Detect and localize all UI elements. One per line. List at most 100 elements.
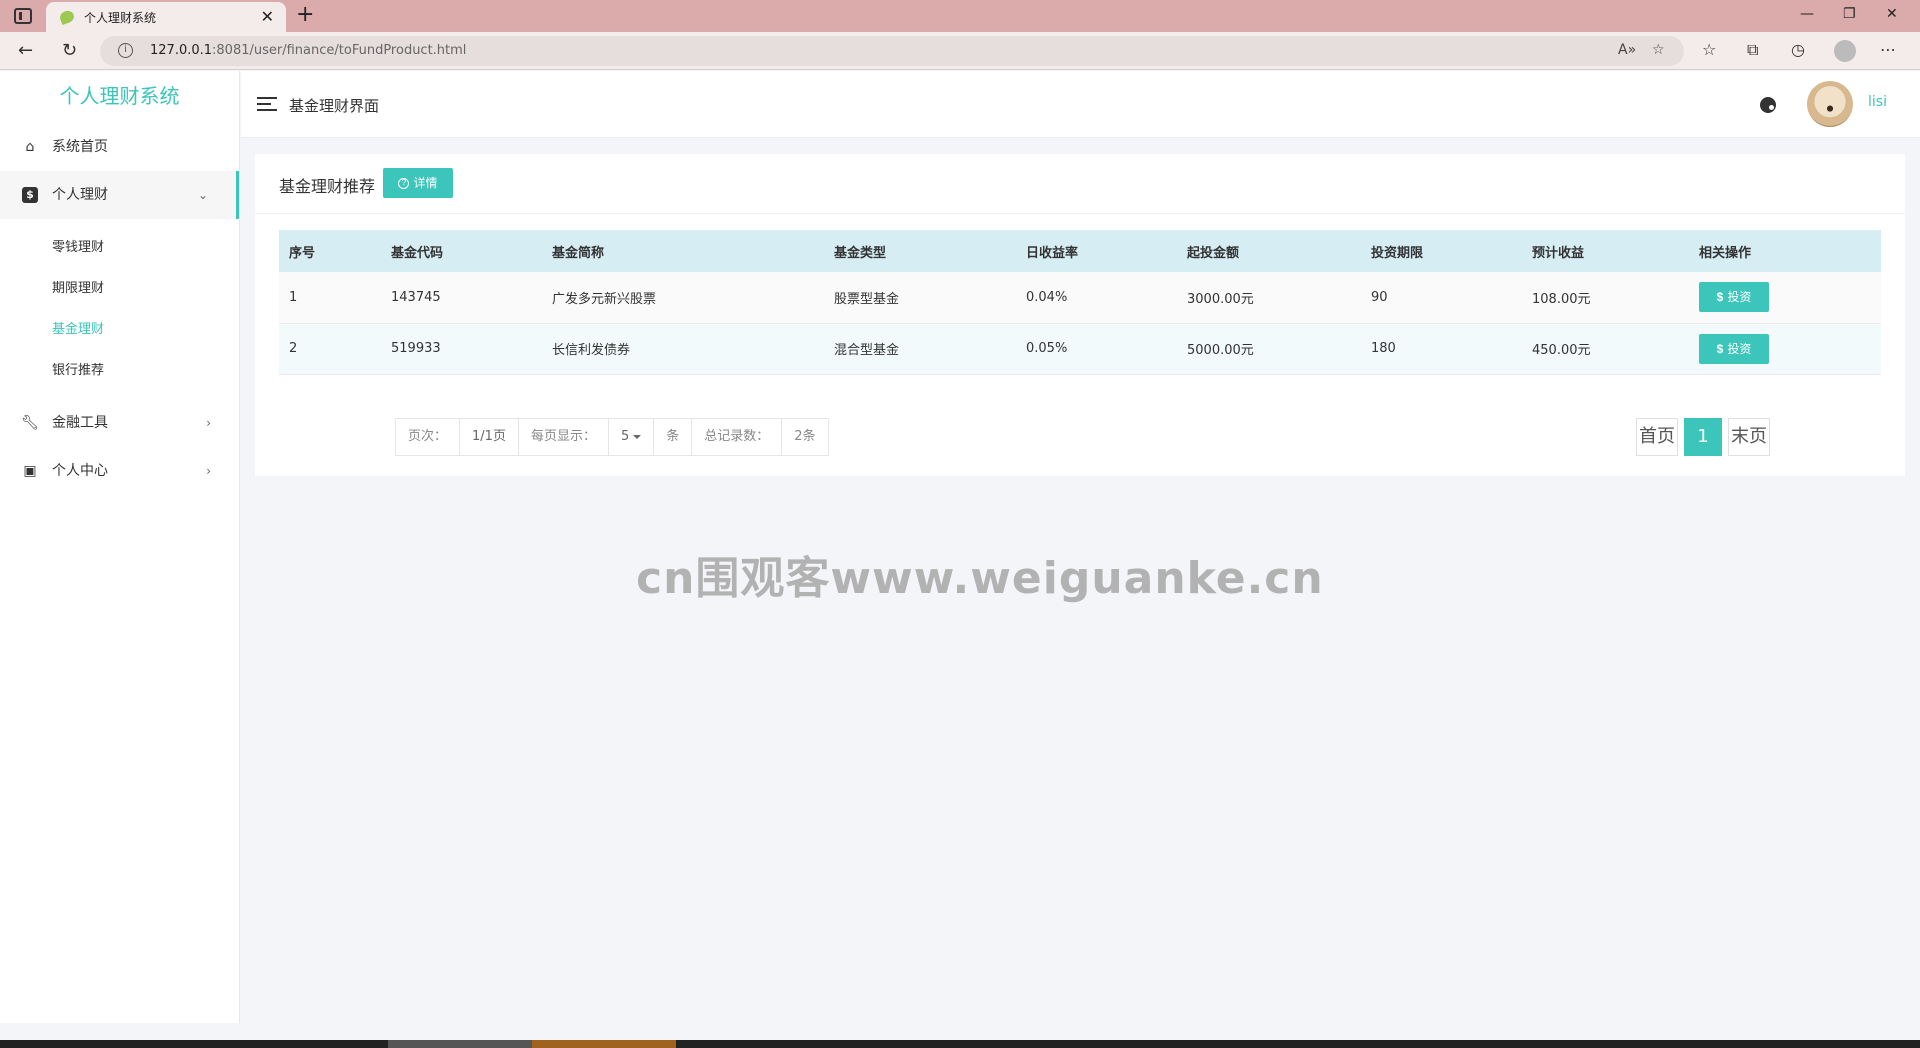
sidebar-item-personal-finance[interactable]: $ 个人理财 ⌄ <box>0 171 239 219</box>
per-page-unit: 条 <box>654 419 693 455</box>
sidebar-subitem-term-finance[interactable]: 期限理财 <box>0 268 239 309</box>
read-aloud-icon[interactable]: A» <box>1618 42 1636 58</box>
cell-index: 1 <box>279 272 381 324</box>
column-header: 基金类型 <box>824 230 1016 272</box>
sidebar-item-personal-center[interactable]: ▣ 个人中心 › <box>0 447 239 495</box>
close-tab-icon[interactable]: ✕ <box>261 7 274 26</box>
column-header: 序号 <box>279 230 381 272</box>
contact-card-icon: ▣ <box>23 463 37 479</box>
leaf-favicon-icon <box>58 8 76 26</box>
wrench-icon: 🔧︎ <box>21 415 39 431</box>
cell-fund-name: 长信利发债券 <box>542 323 824 375</box>
card-header: 基金理财推荐 ? 详情 <box>255 154 1905 214</box>
new-tab-icon[interactable]: + <box>296 2 314 27</box>
browser-tab[interactable]: 个人理财系统 ✕ <box>46 2 286 32</box>
watermark: cn围观客www.weiguanke.cn <box>636 553 1324 604</box>
cell-term: 90 <box>1361 272 1522 324</box>
invest-button[interactable]: $ 投资 <box>1699 282 1769 313</box>
cell-fund-type: 股票型基金 <box>824 272 1016 324</box>
palette-icon[interactable] <box>1760 97 1776 113</box>
page-value: 1/1页 <box>460 419 519 455</box>
cell-min-amount: 3000.00元 <box>1177 272 1361 324</box>
current-page-button[interactable]: 1 <box>1684 418 1722 456</box>
site-info-icon[interactable]: i <box>118 43 133 58</box>
cell-expected-return: 450.00元 <box>1522 323 1689 375</box>
top-header: 基金理财界面 lisi <box>241 71 1920 138</box>
cell-daily-yield: 0.04% <box>1016 272 1177 324</box>
sidebar-item-label: 系统首页 <box>52 139 108 155</box>
taskbar-item[interactable] <box>388 1040 532 1048</box>
column-header: 基金简称 <box>542 230 824 272</box>
caret-down-icon <box>633 434 642 439</box>
cell-expected-return: 108.00元 <box>1522 272 1689 324</box>
invest-button[interactable]: $ 投资 <box>1699 333 1769 364</box>
card-title: 基金理财推荐 <box>279 177 376 196</box>
last-page-button[interactable]: 末页 <box>1728 418 1770 456</box>
refresh-icon[interactable]: ↻ <box>62 40 77 61</box>
sidebar-subitem-fund-finance[interactable]: 基金理财 <box>0 309 239 350</box>
cell-daily-yield: 0.05% <box>1016 323 1177 375</box>
avatar[interactable] <box>1807 81 1853 127</box>
taskbar-item[interactable] <box>532 1040 676 1048</box>
minimize-icon[interactable]: — <box>1800 6 1814 22</box>
history-icon[interactable]: ◷ <box>1791 40 1805 59</box>
page-label: 页次： <box>396 419 461 455</box>
os-taskbar <box>0 1040 1920 1048</box>
add-favorite-icon[interactable]: ☆ <box>1652 42 1665 58</box>
collections-icon[interactable]: ⧉ <box>1747 40 1758 60</box>
sidebar-item-finance-tools[interactable]: 🔧︎ 金融工具 › <box>0 399 239 447</box>
app-logo[interactable]: 个人理财系统 <box>0 71 239 123</box>
chevron-right-icon: › <box>206 416 211 430</box>
table-header-row: 序号 基金代码 基金简称 基金类型 日收益率 起投金额 投资期限 预计收益 相关… <box>279 230 1881 272</box>
sidebar-item-label: 金融工具 <box>52 415 108 431</box>
sidebar-submenu: 零钱理财 期限理财 基金理财 银行推荐 <box>0 219 239 399</box>
chevron-right-icon: › <box>206 464 211 478</box>
pagination-nav: 首页 1 末页 <box>1636 418 1770 456</box>
close-window-icon[interactable]: ✕ <box>1886 6 1898 22</box>
browser-profile-icon[interactable] <box>1834 40 1856 62</box>
column-header: 日收益率 <box>1016 230 1177 272</box>
sidebar: 个人理财系统 ⌂ 系统首页 $ 个人理财 ⌄ 零钱理财 期限理财 基金理财 银行… <box>0 71 240 1023</box>
browser-address-bar: ← ↻ i 127.0.0.1:8081/user/finance/toFund… <box>0 32 1920 70</box>
column-header: 投资期限 <box>1361 230 1522 272</box>
restore-icon[interactable]: ❐ <box>1843 6 1856 22</box>
first-page-button[interactable]: 首页 <box>1636 418 1678 456</box>
column-header: 起投金额 <box>1177 230 1361 272</box>
cell-fund-code: 143745 <box>381 272 542 324</box>
cell-actions: $ 投资 <box>1689 272 1881 324</box>
favorites-icon[interactable]: ☆ <box>1702 40 1716 59</box>
username-link[interactable]: lisi <box>1868 94 1887 110</box>
menu-toggle-icon[interactable] <box>257 97 277 111</box>
fund-table: 序号 基金代码 基金简称 基金类型 日收益率 起投金额 投资期限 预计收益 相关… <box>279 230 1881 375</box>
more-menu-icon[interactable]: ⋯ <box>1880 40 1896 59</box>
browser-tab-bar: 个人理财系统 ✕ + — ❐ ✕ <box>0 0 1920 32</box>
cell-index: 2 <box>279 323 381 375</box>
back-icon[interactable]: ← <box>18 40 33 61</box>
table-row: 1 143745 广发多元新兴股票 股票型基金 0.04% 3000.00元 9… <box>279 272 1881 324</box>
sidebar-item-label: 个人理财 <box>52 187 108 203</box>
page-title: 基金理财界面 <box>289 97 380 115</box>
browser-tab-title: 个人理财系统 <box>84 11 157 25</box>
app-root: 个人理财系统 ⌂ 系统首页 $ 个人理财 ⌄ 零钱理财 期限理财 基金理财 银行… <box>0 71 1920 1040</box>
column-header: 相关操作 <box>1689 230 1881 272</box>
url-field[interactable]: i 127.0.0.1:8081/user/finance/toFundProd… <box>100 36 1684 66</box>
cell-fund-name: 广发多元新兴股票 <box>542 272 824 324</box>
dollar-icon: $ <box>1716 341 1724 356</box>
detail-button[interactable]: ? 详情 <box>383 168 453 198</box>
sidebar-item-home[interactable]: ⌂ 系统首页 <box>0 123 239 171</box>
per-page-label: 每页显示： <box>519 419 609 455</box>
cell-term: 180 <box>1361 323 1522 375</box>
dollar-icon: $ <box>21 171 39 219</box>
sidebar-subitem-change-finance[interactable]: 零钱理财 <box>0 227 239 268</box>
url-text: 127.0.0.1:8081/user/finance/toFundProduc… <box>150 43 467 58</box>
cell-actions: $ 投资 <box>1689 323 1881 375</box>
home-icon: ⌂ <box>25 139 35 155</box>
table-row: 2 519933 长信利发债券 混合型基金 0.05% 5000.00元 180… <box>279 323 1881 375</box>
per-page-select[interactable]: 5 <box>609 419 655 455</box>
cell-fund-code: 519933 <box>381 323 542 375</box>
pagination-info: 页次： 1/1页 每页显示： 5 条 总记录数： 2条 <box>395 418 829 456</box>
column-header: 预计收益 <box>1522 230 1689 272</box>
sidebar-subitem-bank-recommend[interactable]: 银行推荐 <box>0 350 239 391</box>
chevron-down-icon: ⌄ <box>197 188 208 202</box>
tab-actions-icon[interactable] <box>14 8 32 24</box>
